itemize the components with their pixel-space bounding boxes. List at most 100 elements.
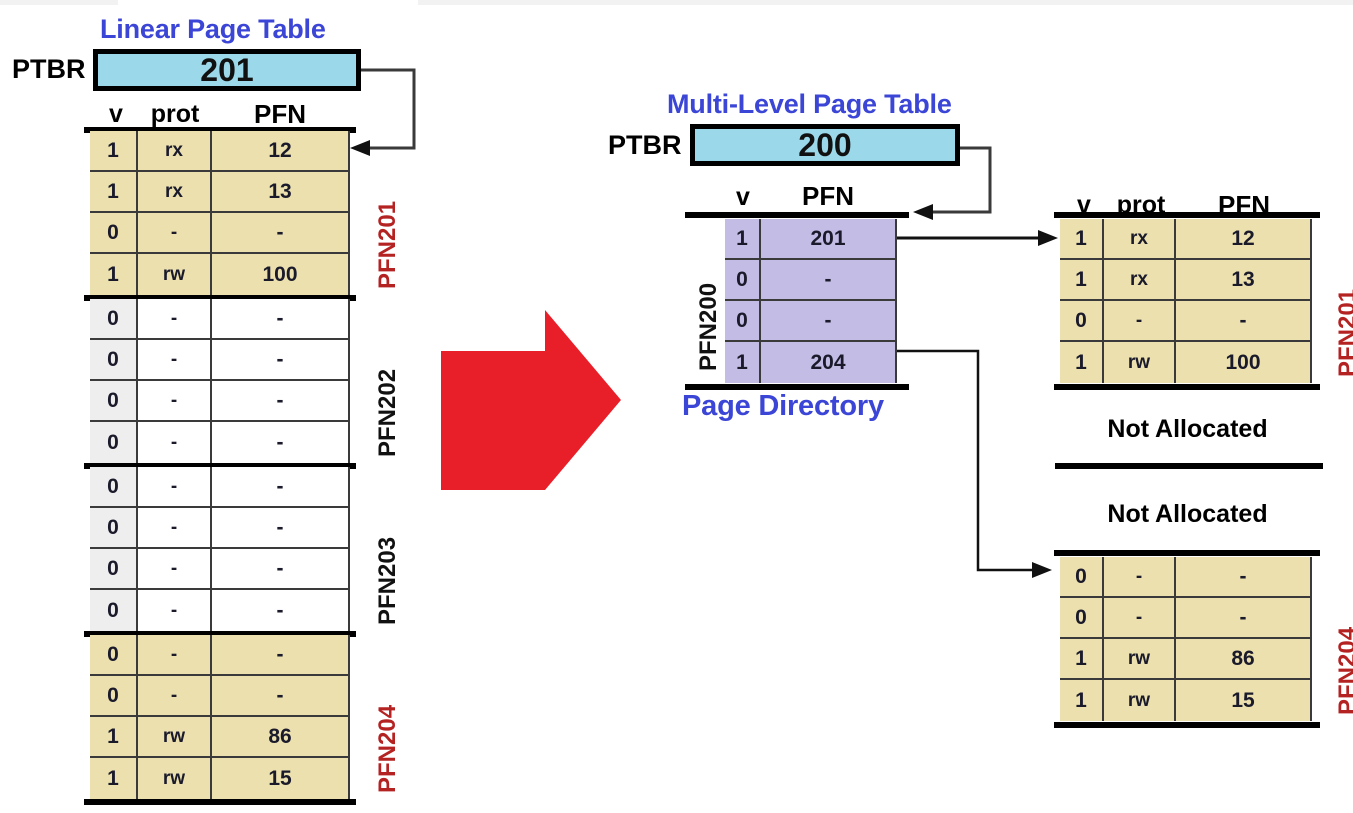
table-row: 0- [725, 301, 895, 342]
table-row: 0-- [90, 213, 348, 254]
cell-prot: rx [138, 172, 212, 213]
table-row: 1 rx 12 [1060, 219, 1310, 260]
directory-right-edge [895, 219, 897, 383]
not-allocated-label-1: Not Allocated [1107, 415, 1268, 443]
table-row: 0-- [90, 635, 348, 676]
table-row: 0-- [90, 508, 348, 549]
linear-page-table-section-pfn203: 0--0--0--0-- [90, 467, 348, 631]
cell-pfn: - [212, 213, 348, 254]
cell-prot: rw [1104, 680, 1176, 721]
cell-valid: 1 [1060, 639, 1104, 680]
cell-valid: 0 [90, 381, 138, 422]
directory-header-v: v [736, 183, 750, 211]
linear-section-pfn-label: PFN201 [374, 200, 401, 289]
cell-prot: rx [138, 131, 212, 172]
table-row: 1 rx 13 [1060, 260, 1310, 301]
cell-pfn: 12 [212, 131, 348, 172]
linear-section-pfn-label: PFN204 [374, 704, 401, 793]
linear-section-pfn-label: PFN202 [374, 368, 401, 457]
leaf-page-table-pfn201: 1 rx 12 1 rx 13 0- -1 rw 100 [1060, 219, 1310, 383]
cell-pfn: 12 [1176, 219, 1310, 260]
table-row: 1 201 [725, 219, 895, 260]
cell-valid: 1 [1060, 260, 1104, 301]
cell-pfn: - [212, 422, 348, 463]
linear-ptbr-label: PTBR [12, 54, 86, 84]
leaf-table-right-edge [1310, 219, 1312, 383]
cell-prot: - [1104, 557, 1176, 598]
cell-prot: - [138, 549, 212, 590]
cell-prot: rw [1104, 342, 1176, 383]
cell-valid: 1 [90, 172, 138, 213]
linear-header-v: v [109, 100, 123, 128]
not-allocated-divider-1 [1055, 463, 1323, 469]
leaf-table-pfn-label: PFN201 [1334, 288, 1353, 377]
cell-valid: 0 [90, 549, 138, 590]
slide-top-band-gap [118, 0, 418, 5]
cell-valid: 0 [90, 508, 138, 549]
cell-valid: 0 [725, 260, 761, 301]
table-row: 0- [725, 260, 895, 301]
cell-prot: rw [138, 758, 212, 799]
table-row: 0-- [1060, 598, 1310, 639]
table-row: 0-- [90, 676, 348, 717]
cell-valid: 1 [1060, 680, 1104, 721]
diagram-canvas: Linear Page Table PTBR 201 v prot PFN 1r… [0, 0, 1353, 813]
cell-pfn: - [1176, 301, 1310, 342]
cell-pfn: 204 [761, 342, 895, 383]
linear-page-table-section-pfn204: 0- -0- -1 rw 86 1 rw 15 [90, 635, 348, 799]
cell-valid: 1 [90, 758, 138, 799]
table-row: 1 204 [725, 342, 895, 383]
cell-pfn: 13 [1176, 260, 1310, 301]
cell-prot: - [138, 422, 212, 463]
cell-prot: - [138, 635, 212, 676]
cell-valid: 0 [1060, 301, 1104, 342]
cell-valid: 0 [90, 213, 138, 254]
table-row: 0-- [90, 549, 348, 590]
leaf-table-top-bar [1054, 212, 1320, 218]
cell-valid: 1 [725, 219, 761, 260]
cell-pfn: - [1176, 557, 1310, 598]
cell-pfn: 100 [1176, 342, 1310, 383]
leaf-table-bottom-bar [1054, 384, 1320, 390]
cell-pfn: - [212, 381, 348, 422]
cell-valid: 0 [90, 299, 138, 340]
directory-top-bar [685, 212, 909, 218]
table-row: 0-- [90, 590, 348, 631]
cell-prot: - [1104, 301, 1176, 342]
not-allocated-label-2: Not Allocated [1107, 500, 1268, 528]
cell-pfn: 13 [212, 172, 348, 213]
linear-section-right-edge [348, 299, 350, 463]
cell-pfn: - [212, 299, 348, 340]
cell-valid: 1 [1060, 219, 1104, 260]
table-row: 0-- [90, 422, 348, 463]
cell-valid: 0 [90, 340, 138, 381]
leaf-table-bottom-bar [1054, 722, 1320, 728]
leaf-page-table-pfn204: 0- -0- -1 rw 86 1 rw 15 [1060, 557, 1310, 721]
cell-pfn: 15 [212, 758, 348, 799]
linear-header-pfn: PFN [254, 99, 306, 129]
cell-pfn: 86 [1176, 639, 1310, 680]
page-directory-caption: Page Directory [682, 390, 884, 422]
table-row: 0-- [90, 299, 348, 340]
cell-valid: 0 [725, 301, 761, 342]
linear-page-table-section-pfn201: 1 rx 12 1 rx 13 0- -1 rw 100 [90, 131, 348, 295]
directory-header-pfn: PFN [802, 181, 854, 211]
table-row: 0-- [90, 340, 348, 381]
cell-prot: - [1104, 598, 1176, 639]
cell-prot: - [138, 508, 212, 549]
table-row: 1 rx 13 [90, 172, 348, 213]
leaf-table-top-bar [1054, 550, 1320, 556]
multilevel-ptbr-value-box: 200 [690, 124, 960, 166]
cell-pfn: 201 [761, 219, 895, 260]
cell-pfn: - [212, 467, 348, 508]
table-row: 1 rw 100 [90, 254, 348, 295]
linear-section-pfn-label: PFN203 [374, 536, 401, 625]
cell-prot: rw [1104, 639, 1176, 680]
cell-valid: 1 [1060, 342, 1104, 383]
linear-page-table-title: Linear Page Table [100, 14, 326, 44]
directory-pfn-label: PFN200 [695, 282, 722, 371]
linear-section-right-edge [348, 131, 350, 295]
table-row: 0-- [1060, 557, 1310, 598]
cell-valid: 1 [90, 717, 138, 758]
table-row: 1 rx 12 [90, 131, 348, 172]
